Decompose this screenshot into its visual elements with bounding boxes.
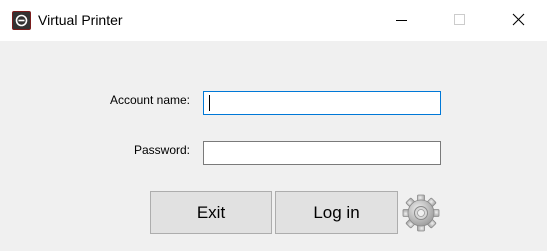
log-in-button[interactable]: Log in	[275, 191, 398, 234]
maximize-icon	[454, 14, 465, 25]
gear-icon	[402, 194, 440, 232]
title-bar[interactable]: Virtual Printer	[0, 0, 547, 41]
close-icon	[512, 13, 525, 26]
minimize-button[interactable]	[372, 0, 430, 41]
password-label: Password:	[133, 143, 190, 157]
close-button[interactable]	[489, 0, 547, 41]
app-icon	[12, 11, 31, 30]
account-name-input[interactable]	[203, 91, 441, 115]
maximize-button[interactable]	[430, 0, 488, 41]
text-caret	[209, 95, 210, 111]
minimize-icon	[396, 20, 407, 21]
login-window: Virtual Printer Account name: Password: …	[0, 0, 547, 251]
account-name-label: Account name:	[109, 93, 190, 107]
window-title: Virtual Printer	[38, 12, 123, 28]
settings-button[interactable]	[401, 193, 441, 233]
exit-button[interactable]: Exit	[150, 191, 272, 234]
password-input[interactable]	[203, 141, 441, 165]
